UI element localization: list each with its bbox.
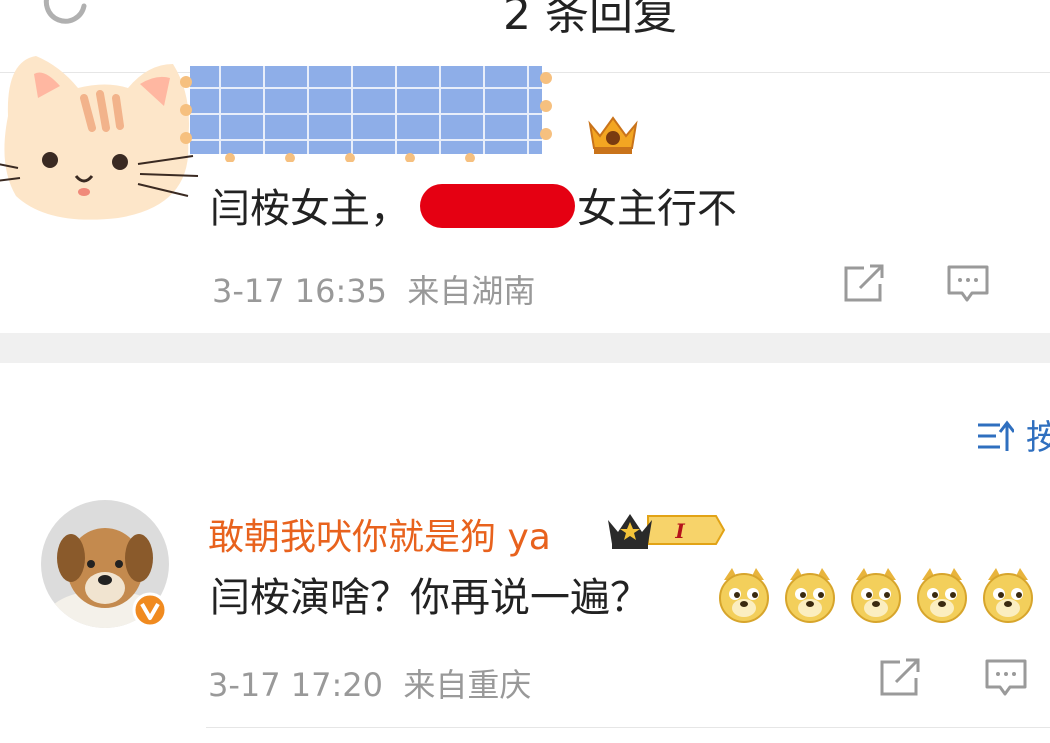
- comment-icon[interactable]: [946, 264, 990, 304]
- redaction-mark: [420, 184, 575, 228]
- doge-emoji-icon: [983, 568, 1033, 623]
- member-crown-badge-icon: I: [608, 514, 726, 549]
- comment-time: 3-17 17:20: [208, 666, 384, 704]
- doge-emoji-icon: [851, 568, 901, 623]
- comment-text-part-2: 女主行不: [577, 186, 737, 232]
- comment-time: 3-17 16:35: [212, 272, 388, 310]
- comment-icon[interactable]: [984, 658, 1028, 698]
- comment-meta: 3-17 17:20 来自重庆: [208, 660, 531, 706]
- comment-location: 来自湖南: [407, 272, 536, 310]
- masking-tape-sticker: [180, 66, 552, 162]
- row-divider: [206, 727, 1050, 728]
- doge-emoji-icon: [785, 568, 835, 623]
- comment-meta: 3-17 16:35 来自湖南: [212, 266, 535, 312]
- sort-button[interactable]: 按: [976, 410, 1050, 459]
- doge-emoji-icon: [917, 568, 967, 623]
- share-icon[interactable]: [878, 658, 922, 698]
- sort-icon: [978, 420, 1014, 451]
- comment-location: 来自重庆: [403, 666, 532, 704]
- comment-text-part-1: 闫桉女主，: [210, 186, 410, 232]
- doge-emoji-icon: [719, 568, 769, 623]
- comment-text: 闫桉演啥？你再说一遍？: [210, 575, 650, 621]
- level-badge-text: I: [674, 519, 685, 543]
- crown-badge-icon: [588, 116, 638, 154]
- share-icon[interactable]: [842, 264, 886, 304]
- section-divider: [0, 333, 1050, 363]
- username[interactable]: 敢朝我吠你就是狗 ya: [208, 508, 551, 560]
- cat-sticker-avatar: [0, 56, 199, 220]
- comment-text: 闫桉女主， 女主行不: [210, 184, 737, 234]
- verified-v-icon: [132, 592, 168, 628]
- sort-label: 按: [1026, 418, 1050, 458]
